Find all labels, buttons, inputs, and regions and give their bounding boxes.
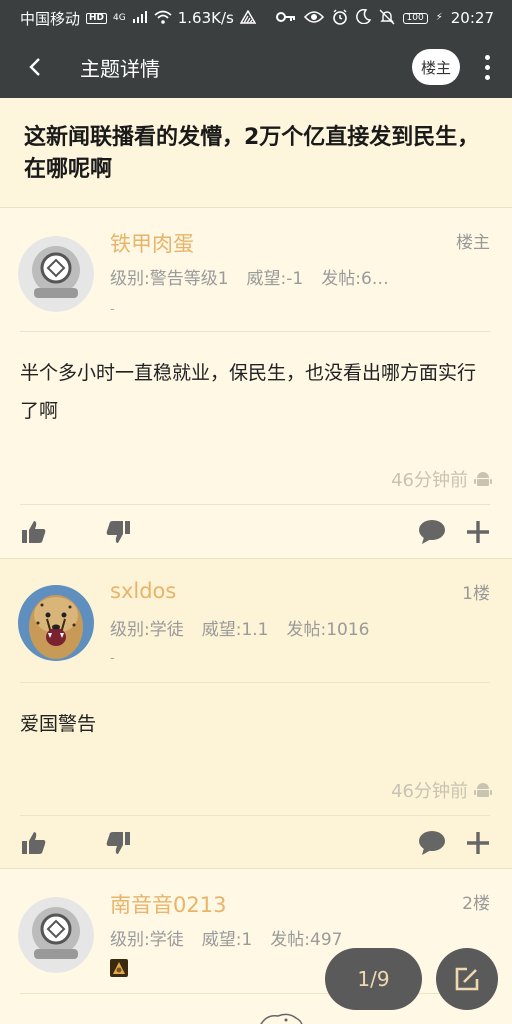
eye-icon [303,10,324,27]
user-level: 级别:警告等级1 [110,269,229,289]
user-prestige: 威望:1 [201,930,253,950]
post-time: 46分钟前 [391,777,492,803]
alarm-icon [332,8,348,28]
user-medal-icon [110,959,128,977]
chevron-left-icon [29,58,40,76]
new-reply-button[interactable] [436,948,498,1010]
like-button[interactable] [18,827,50,859]
post-time-text: 46分钟前 [391,781,468,802]
page-title: 主题详情 [80,56,160,81]
back-button[interactable] [0,36,70,98]
plus-icon [467,832,489,854]
carrier-name: 中国移动 [20,9,81,28]
avatar[interactable] [18,897,94,973]
avatar[interactable] [18,585,94,661]
user-level: 级别:学徒 [110,930,184,950]
comment-button[interactable] [416,827,448,859]
post-time: 46分钟前 [391,466,492,492]
avatar[interactable] [18,236,94,312]
post-content: 半个多小时一直稳就业，保民生，也没看出哪方面实行了啊 [20,362,477,422]
username[interactable]: sxldos [110,579,176,603]
user-post-count: 发帖:497 [270,930,343,950]
plus-icon [467,521,489,543]
user-prestige: 威望:-1 [246,269,304,289]
reply-button[interactable] [462,516,494,548]
divider [20,331,490,332]
wifi-icon [154,10,172,27]
network-type: 4G [113,12,126,23]
user-prestige: 威望:1.1 [201,620,269,640]
thumbs-down-icon [106,521,130,543]
diving-helmet-avatar-icon [18,897,94,973]
hd-icon: HD [86,12,108,24]
app-bar: 主题详情 楼主 [0,36,512,98]
post-op: 铁甲肉蛋 楼主 级别:警告等级1 威望:-1 发帖:6… - 半个多小时一直稳就业，… [0,208,512,558]
post-time-text: 46分钟前 [391,470,468,491]
op-only-button[interactable]: 楼主 [412,49,460,85]
like-button[interactable] [18,516,50,548]
signal-icon [132,10,148,26]
loading-mascot-icon [258,1011,304,1024]
post-floor-1: sxldos 1楼 级别:学徒 威望:1.1 发帖:1016 - 爱国警告 46分钟… [0,558,512,868]
signature: - [110,651,115,666]
user-level: 级别:学徒 [110,620,184,640]
dot [484,74,490,80]
reply-button[interactable] [462,827,494,859]
status-bar: 中国移动 HD 4G 1.63K/s 100 ⚡ 20:27 [0,0,512,36]
divider [20,993,490,994]
more-menu-button[interactable] [474,49,500,85]
user-meta: 级别:警告等级1 威望:-1 发帖:6… [110,264,407,289]
key-icon [275,11,296,26]
mute-icon [379,8,395,28]
floor-label: 2楼 [462,894,490,914]
clock: 20:27 [450,9,494,27]
user-post-count: 发帖:1016 [286,620,370,640]
username[interactable]: 铁甲肉蛋 [110,228,194,258]
comment-button[interactable] [416,516,448,548]
post-actions [0,504,512,558]
divider [20,682,490,683]
dot [484,64,490,70]
edit-icon [455,967,479,991]
floor-label: 1楼 [462,584,490,604]
cheetah-avatar-icon [18,585,94,661]
page-jump-button[interactable]: 1/9 [325,948,422,1010]
dot [484,54,490,60]
signature: - [110,302,115,317]
user-meta: 级别:学徒 威望:1 发帖:497 [110,925,360,950]
post-actions [0,815,512,869]
battery-icon: 100 [402,12,428,24]
android-icon [474,472,492,486]
comment-bubble-icon [419,520,445,544]
comment-bubble-icon [419,831,445,855]
charging-icon: ⚡ [435,12,443,23]
floor-label: 楼主 [456,233,490,253]
username[interactable]: 南音音0213 [110,889,226,919]
thumbs-down-icon [106,832,130,854]
user-post-count: 发帖:6… [321,269,389,289]
moon-icon [355,8,371,27]
user-meta: 级别:学徒 威望:1.1 发帖:1016 [110,615,388,640]
post-floor-2: 南音音0213 2楼 级别:学徒 威望:1 发帖:497 [0,868,512,1024]
thumbs-up-icon [22,521,46,543]
topic-header: 这新闻联播看的发懵，2万个亿直接发到民生，在哪呢啊 [0,98,512,208]
thumbs-up-icon [22,832,46,854]
diving-helmet-avatar-icon [18,236,94,312]
android-icon [474,783,492,797]
topic-title: 这新闻联播看的发懵，2万个亿直接发到民生，在哪呢啊 [24,125,480,182]
dislike-button[interactable] [102,827,134,859]
network-speed: 1.63K/s [177,9,234,27]
sync-icon [239,9,257,27]
post-content: 爱国警告 [20,713,97,735]
dislike-button[interactable] [102,516,134,548]
